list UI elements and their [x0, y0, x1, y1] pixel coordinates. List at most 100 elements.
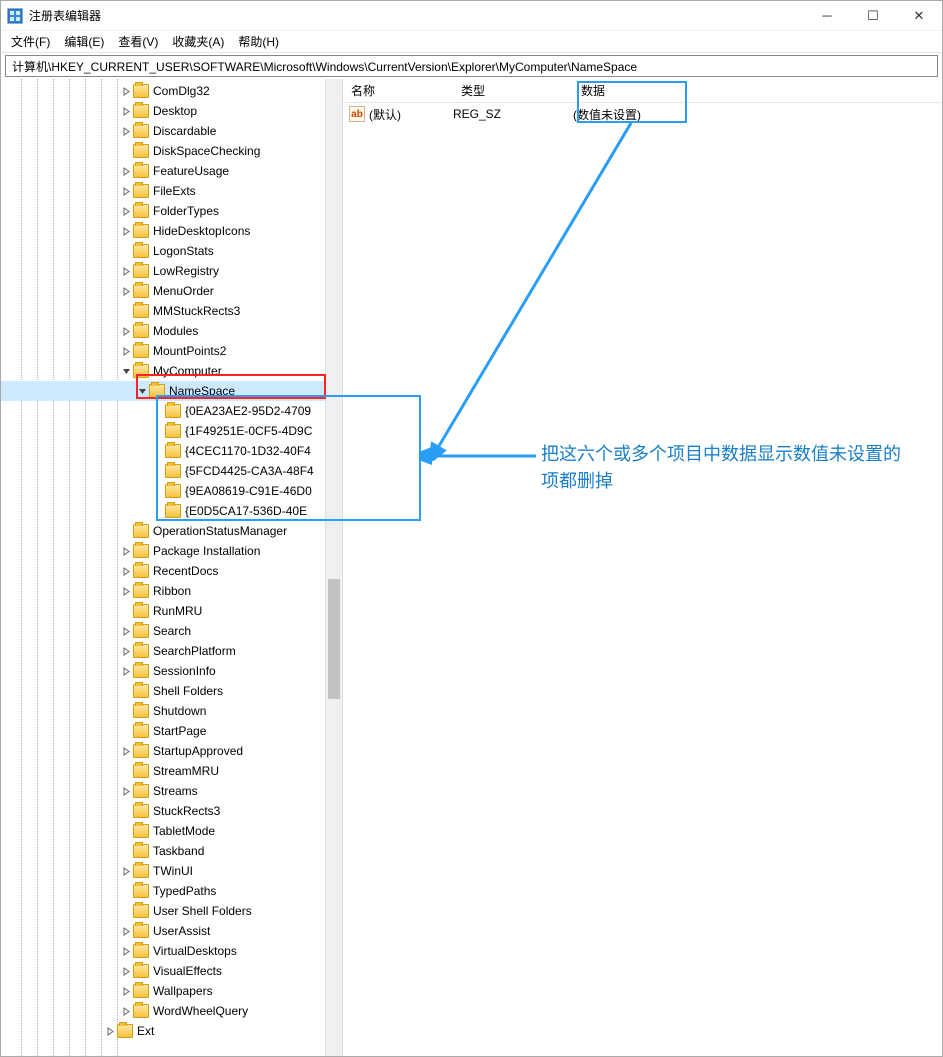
tree-node[interactable]: Desktop	[1, 101, 342, 121]
folder-icon	[133, 584, 149, 598]
tree-node[interactable]: {5FCD4425-CA3A-48F4	[1, 461, 342, 481]
tree-node[interactable]: Shutdown	[1, 701, 342, 721]
registry-tree[interactable]: ComDlg32DesktopDiscardableDiskSpaceCheck…	[1, 79, 342, 1056]
tree-node[interactable]: NameSpace	[1, 381, 342, 401]
header-name[interactable]: 名称	[343, 82, 453, 99]
header-data[interactable]: 数据	[573, 82, 942, 99]
tree-scrollbar[interactable]	[325, 79, 342, 1056]
chevron-right-icon[interactable]	[119, 547, 133, 556]
tree-node[interactable]: {1F49251E-0CF5-4D9C	[1, 421, 342, 441]
chevron-right-icon[interactable]	[103, 1027, 117, 1036]
tree-node[interactable]: LogonStats	[1, 241, 342, 261]
tree-node[interactable]: DiskSpaceChecking	[1, 141, 342, 161]
chevron-right-icon[interactable]	[119, 327, 133, 336]
tree-node[interactable]: RunMRU	[1, 601, 342, 621]
chevron-right-icon[interactable]	[119, 1007, 133, 1016]
values-list[interactable]: ab(默认)REG_SZ(数值未设置)	[343, 103, 942, 125]
tree-node[interactable]: Ribbon	[1, 581, 342, 601]
tree-node[interactable]: ComDlg32	[1, 81, 342, 101]
tree-node[interactable]: Taskband	[1, 841, 342, 861]
chevron-right-icon[interactable]	[119, 207, 133, 216]
address-bar[interactable]: 计算机\HKEY_CURRENT_USER\SOFTWARE\Microsoft…	[5, 55, 938, 77]
chevron-down-icon[interactable]	[119, 367, 133, 376]
menu-favorites[interactable]: 收藏夹(A)	[172, 33, 224, 50]
tree-node[interactable]: MenuOrder	[1, 281, 342, 301]
tree-node[interactable]: TabletMode	[1, 821, 342, 841]
tree-node[interactable]: StreamMRU	[1, 761, 342, 781]
tree-node[interactable]: StartPage	[1, 721, 342, 741]
chevron-right-icon[interactable]	[119, 787, 133, 796]
tree-node[interactable]: StuckRects3	[1, 801, 342, 821]
tree-node[interactable]: Package Installation	[1, 541, 342, 561]
chevron-right-icon[interactable]	[119, 167, 133, 176]
menu-view[interactable]: 查看(V)	[118, 33, 158, 50]
tree-node[interactable]: TypedPaths	[1, 881, 342, 901]
tree-node-label: Package Installation	[153, 544, 260, 558]
chevron-right-icon[interactable]	[119, 667, 133, 676]
chevron-right-icon[interactable]	[119, 967, 133, 976]
tree-node[interactable]: Discardable	[1, 121, 342, 141]
tree-node[interactable]: MyComputer	[1, 361, 342, 381]
tree-node[interactable]: {E0D5CA17-536D-40E	[1, 501, 342, 521]
chevron-down-icon[interactable]	[135, 387, 149, 396]
tree-node[interactable]: UserAssist	[1, 921, 342, 941]
chevron-right-icon[interactable]	[119, 927, 133, 936]
chevron-right-icon[interactable]	[119, 227, 133, 236]
chevron-right-icon[interactable]	[119, 87, 133, 96]
chevron-right-icon[interactable]	[119, 287, 133, 296]
tree-node[interactable]: Wallpapers	[1, 981, 342, 1001]
chevron-right-icon[interactable]	[119, 627, 133, 636]
chevron-right-icon[interactable]	[119, 647, 133, 656]
tree-node[interactable]: FileExts	[1, 181, 342, 201]
tree-node-label: StartupApproved	[153, 744, 243, 758]
chevron-right-icon[interactable]	[119, 747, 133, 756]
tree-scrollbar-thumb[interactable]	[328, 579, 340, 699]
tree-node[interactable]: StartupApproved	[1, 741, 342, 761]
menu-file[interactable]: 文件(F)	[11, 33, 50, 50]
menu-edit[interactable]: 编辑(E)	[64, 33, 104, 50]
folder-icon	[133, 644, 149, 658]
tree-node[interactable]: {4CEC1170-1D32-40F4	[1, 441, 342, 461]
chevron-right-icon[interactable]	[119, 127, 133, 136]
folder-icon	[133, 664, 149, 678]
tree-node[interactable]: VisualEffects	[1, 961, 342, 981]
tree-node[interactable]: VirtualDesktops	[1, 941, 342, 961]
tree-node[interactable]: FeatureUsage	[1, 161, 342, 181]
value-row[interactable]: ab(默认)REG_SZ(数值未设置)	[343, 103, 942, 125]
chevron-right-icon[interactable]	[119, 987, 133, 996]
tree-node[interactable]: MountPoints2	[1, 341, 342, 361]
tree-node[interactable]: SearchPlatform	[1, 641, 342, 661]
chevron-right-icon[interactable]	[119, 107, 133, 116]
chevron-right-icon[interactable]	[119, 867, 133, 876]
tree-node[interactable]: Search	[1, 621, 342, 641]
tree-node[interactable]: Ext	[1, 1021, 342, 1041]
tree-node[interactable]: User Shell Folders	[1, 901, 342, 921]
chevron-right-icon[interactable]	[119, 567, 133, 576]
menu-help[interactable]: 帮助(H)	[238, 33, 279, 50]
tree-node[interactable]: Modules	[1, 321, 342, 341]
tree-node[interactable]: TWinUI	[1, 861, 342, 881]
header-type[interactable]: 类型	[453, 82, 573, 99]
tree-node[interactable]: HideDesktopIcons	[1, 221, 342, 241]
close-button[interactable]: ✕	[896, 1, 942, 31]
chevron-right-icon[interactable]	[119, 347, 133, 356]
tree-node[interactable]: {9EA08619-C91E-46D0	[1, 481, 342, 501]
tree-node[interactable]: SessionInfo	[1, 661, 342, 681]
tree-node[interactable]: MMStuckRects3	[1, 301, 342, 321]
tree-node[interactable]: RecentDocs	[1, 561, 342, 581]
tree-node[interactable]: Streams	[1, 781, 342, 801]
chevron-right-icon[interactable]	[119, 587, 133, 596]
chevron-right-icon[interactable]	[119, 267, 133, 276]
maximize-button[interactable]: ☐	[850, 1, 896, 31]
tree-node-label: MyComputer	[153, 364, 222, 378]
chevron-right-icon[interactable]	[119, 947, 133, 956]
tree-node[interactable]: {0EA23AE2-95D2-4709	[1, 401, 342, 421]
tree-node[interactable]: Shell Folders	[1, 681, 342, 701]
chevron-right-icon[interactable]	[119, 187, 133, 196]
tree-node[interactable]: FolderTypes	[1, 201, 342, 221]
tree-node[interactable]: LowRegistry	[1, 261, 342, 281]
tree-node[interactable]: OperationStatusManager	[1, 521, 342, 541]
minimize-button[interactable]: ─	[804, 1, 850, 31]
tree-node[interactable]: WordWheelQuery	[1, 1001, 342, 1021]
folder-icon	[133, 784, 149, 798]
